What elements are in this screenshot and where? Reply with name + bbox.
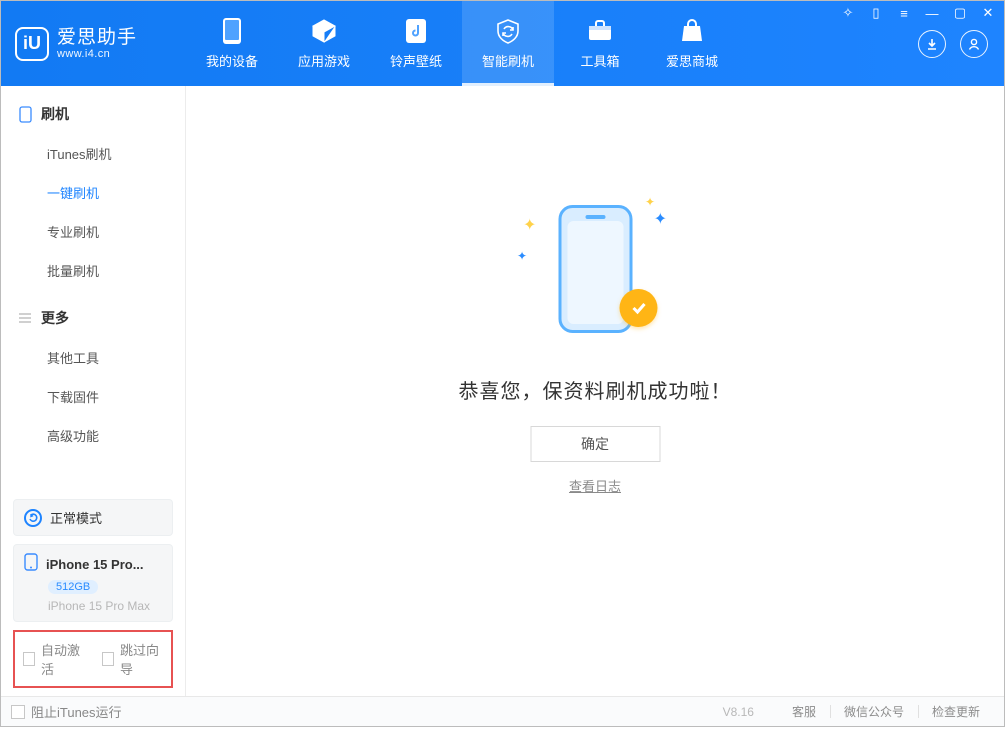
sidebar-group-flash: 刷机 — [1, 94, 185, 134]
tab-flash[interactable]: 智能刷机 — [462, 1, 554, 86]
sidebar-item-download-fw[interactable]: 下载固件 — [1, 377, 185, 416]
tab-label: 工具箱 — [580, 51, 619, 70]
version-label: V8.16 — [723, 705, 754, 719]
tab-label: 我的设备 — [206, 51, 258, 70]
minimize-icon[interactable]: — — [922, 5, 942, 21]
ok-button[interactable]: 确定 — [530, 426, 660, 462]
footer-link-wechat[interactable]: 微信公众号 — [830, 703, 918, 720]
menu-icon[interactable]: ≡ — [894, 5, 914, 21]
device-card[interactable]: iPhone 15 Pro... 512GB iPhone 15 Pro Max — [13, 544, 173, 622]
download-button[interactable] — [918, 30, 946, 58]
music-file-icon — [402, 17, 430, 45]
checkbox-auto-activate[interactable]: 自动激活 — [23, 640, 84, 678]
tab-toolbox[interactable]: 工具箱 — [554, 1, 646, 86]
success-title: 恭喜您，保资料刷机成功啦！ — [459, 375, 732, 404]
tab-my-device[interactable]: 我的设备 — [186, 1, 278, 86]
close-icon[interactable]: ✕ — [978, 5, 998, 21]
toolbox-icon — [586, 17, 614, 45]
footer: 阻止iTunes运行 V8.16 客服 微信公众号 检查更新 — [1, 696, 1004, 726]
tab-label: 智能刷机 — [482, 51, 534, 70]
tab-label: 爱思商城 — [666, 51, 718, 70]
group-title: 更多 — [41, 308, 69, 328]
checkbox-block-itunes[interactable]: 阻止iTunes运行 — [11, 702, 122, 721]
phone-outline-icon — [17, 106, 33, 122]
phone-icon[interactable]: ▯ — [866, 5, 886, 21]
sidebar-item-oneclick-flash[interactable]: 一键刷机 — [1, 173, 185, 212]
view-log-link[interactable]: 查看日志 — [459, 476, 732, 495]
app-logo: iU 爱思助手 www.i4.cn — [1, 1, 186, 86]
refresh-shield-icon — [494, 17, 522, 45]
sparkle-icon: ✦ — [645, 195, 655, 209]
tab-apps[interactable]: 应用游戏 — [278, 1, 370, 86]
skin-icon[interactable]: ✧ — [838, 5, 858, 21]
sidebar-item-batch-flash[interactable]: 批量刷机 — [1, 251, 185, 290]
main-panel: ✦ ✦ ✦ ✦ 恭喜您，保资料刷机成功啦！ 确定 查看日志 — [186, 86, 1004, 696]
tab-ringtones[interactable]: 铃声壁纸 — [370, 1, 462, 86]
sidebar-item-pro-flash[interactable]: 专业刷机 — [1, 212, 185, 251]
device-capacity-badge: 512GB — [48, 580, 98, 594]
mode-label: 正常模式 — [50, 508, 102, 527]
sidebar-item-advanced[interactable]: 高级功能 — [1, 416, 185, 455]
shopping-bag-icon — [678, 17, 706, 45]
footer-link-support[interactable]: 客服 — [778, 703, 830, 720]
checkbox-skip-wizard[interactable]: 跳过向导 — [102, 640, 163, 678]
device-phone-icon — [24, 553, 38, 576]
footer-link-update[interactable]: 检查更新 — [918, 703, 994, 720]
label: 阻止iTunes运行 — [31, 702, 122, 721]
success-check-icon — [619, 289, 657, 327]
sparkle-icon: ✦ — [517, 249, 527, 263]
sidebar-item-itunes-flash[interactable]: iTunes刷机 — [1, 134, 185, 173]
highlighted-options: 自动激活 跳过向导 — [13, 630, 173, 688]
mode-card[interactable]: 正常模式 — [13, 499, 173, 536]
mode-status-icon — [24, 509, 42, 527]
maximize-icon[interactable]: ▢ — [950, 5, 970, 21]
label: 自动激活 — [41, 640, 84, 678]
tab-label: 应用游戏 — [298, 51, 350, 70]
cube-icon — [310, 17, 338, 45]
profile-button[interactable] — [960, 30, 988, 58]
sidebar-item-other-tools[interactable]: 其他工具 — [1, 338, 185, 377]
logo-badge-icon: iU — [15, 27, 49, 61]
sparkle-icon: ✦ — [654, 209, 667, 229]
device-icon — [218, 17, 246, 45]
app-name: 爱思助手 — [57, 28, 137, 48]
app-url: www.i4.cn — [57, 48, 137, 60]
device-name: iPhone 15 Pro... — [46, 557, 144, 572]
top-tabs: 我的设备 应用游戏 铃声壁纸 智能刷机 工具箱 爱思商城 — [186, 1, 902, 86]
more-icon — [17, 310, 33, 326]
sidebar: 刷机 iTunes刷机 一键刷机 专业刷机 批量刷机 更多 其他工具 下载固件 … — [1, 86, 186, 696]
success-illustration: ✦ ✦ ✦ ✦ — [515, 189, 675, 349]
sidebar-group-more: 更多 — [1, 298, 185, 338]
sparkle-icon: ✦ — [523, 215, 536, 235]
group-title: 刷机 — [41, 104, 69, 124]
tab-label: 铃声壁纸 — [390, 51, 442, 70]
tab-store[interactable]: 爱思商城 — [646, 1, 738, 86]
device-model: iPhone 15 Pro Max — [48, 599, 162, 613]
label: 跳过向导 — [120, 640, 163, 678]
